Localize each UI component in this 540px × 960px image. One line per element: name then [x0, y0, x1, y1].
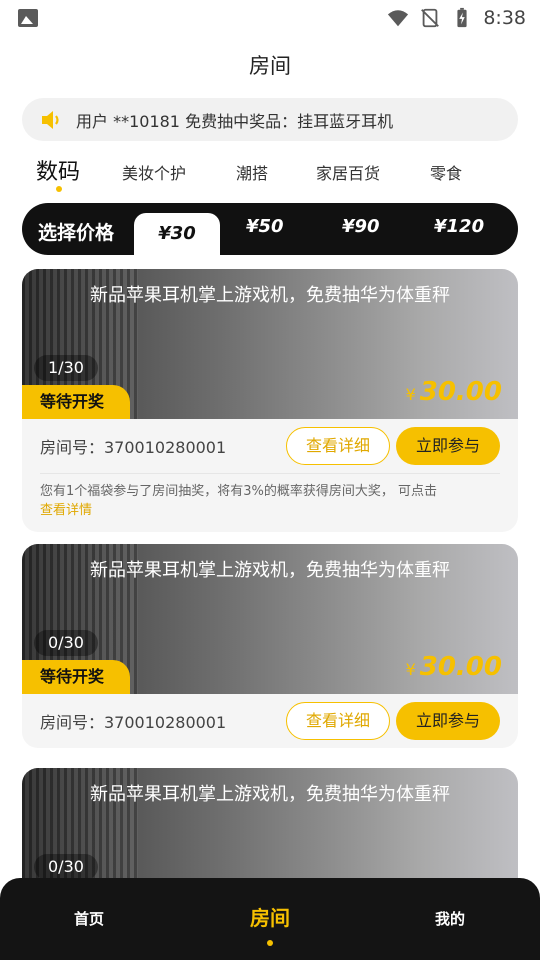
price-filter-label: 选择价格	[38, 222, 115, 244]
room-card[interactable]: 新品苹果耳机掌上游戏机，免费抽华为体重秤 1/30 等待开奖 ¥ 30.00 房…	[22, 269, 518, 532]
view-info-link[interactable]: 查看详情	[40, 503, 92, 518]
clock: 8:38	[483, 7, 526, 29]
room-title: 新品苹果耳机掌上游戏机，免费抽华为体重秤	[90, 285, 450, 306]
participant-count: 0/30	[34, 630, 98, 656]
currency-symbol: ¥	[405, 660, 416, 679]
nav-mine[interactable]: 我的	[435, 908, 465, 929]
room-image: 新品苹果耳机掌上游戏机，免费抽华为体重秤 0/30 等待开奖 ¥ 30.00	[22, 544, 518, 694]
no-signal-icon	[421, 8, 440, 28]
price-filter-bar: 选择价格 ¥30 ¥50 ¥90 ¥120	[22, 203, 518, 255]
note-text: 您有1个福袋参与了房间抽奖，将有3%的概率获得房间大奖， 可点击	[40, 484, 438, 499]
tab-digital[interactable]: 数码	[36, 154, 80, 186]
status-badge: 等待开奖	[22, 660, 130, 694]
active-nav-indicator	[267, 940, 273, 946]
room-price: ¥ 30.00	[406, 377, 502, 407]
price-option-120[interactable]: ¥120	[434, 216, 484, 237]
tab-snacks[interactable]: 零食	[430, 160, 462, 184]
status-badge: 等待开奖	[22, 385, 130, 419]
price-option-50[interactable]: ¥50	[246, 216, 284, 237]
room-actions-row: 房间号：370010280001 查看详细 立即参与	[22, 694, 518, 748]
winner-notice-bar: 用户 **10181 免费抽中奖品：挂耳蓝牙耳机	[22, 98, 518, 141]
tab-beauty[interactable]: 美妆个护	[122, 160, 186, 184]
notice-text: 用户 **10181 免费抽中奖品：挂耳蓝牙耳机	[76, 111, 394, 131]
room-image: 新品苹果耳机掌上游戏机，免费抽华为体重秤 1/30 等待开奖 ¥ 30.00	[22, 269, 518, 419]
category-tabs: 数码 美妆个护 潮搭 家居百货 零食	[36, 152, 506, 196]
participant-count: 0/30	[34, 854, 98, 880]
price-value: 30.00	[419, 652, 502, 682]
room-title: 新品苹果耳机掌上游戏机，免费抽华为体重秤	[90, 784, 450, 805]
join-now-button[interactable]: 立即参与	[396, 702, 500, 740]
view-details-button[interactable]: 查看详细	[286, 702, 390, 740]
tab-fashion[interactable]: 潮搭	[236, 160, 268, 184]
gallery-icon	[18, 9, 38, 27]
page-title: 房间	[249, 54, 291, 78]
nav-rooms[interactable]: 房间	[250, 902, 290, 931]
battery-charging-icon	[457, 7, 467, 28]
nav-home[interactable]: 首页	[74, 908, 104, 929]
room-number: 房间号：370010280001	[40, 438, 227, 457]
price-option-30[interactable]: ¥30	[134, 213, 220, 255]
active-tab-indicator	[56, 186, 62, 192]
status-bar: 8:38	[0, 0, 540, 36]
room-price: ¥ 30.00	[406, 652, 502, 682]
participant-count: 1/30	[34, 355, 98, 381]
view-details-button[interactable]: 查看详细	[286, 427, 390, 465]
join-now-button[interactable]: 立即参与	[396, 427, 500, 465]
speaker-icon	[42, 110, 59, 129]
price-value: 30.00	[419, 377, 502, 407]
tab-home[interactable]: 家居百货	[316, 160, 380, 184]
participation-note: 您有1个福袋参与了房间抽奖，将有3%的概率获得房间大奖， 可点击 查看详情	[40, 473, 500, 532]
bottom-navigation: 首页 房间 我的	[0, 878, 540, 960]
wifi-icon	[388, 10, 409, 27]
currency-symbol: ¥	[405, 385, 416, 404]
room-card[interactable]: 新品苹果耳机掌上游戏机，免费抽华为体重秤 0/30 等待开奖 ¥ 30.00 房…	[22, 544, 518, 748]
room-number: 房间号：370010280001	[40, 713, 227, 732]
status-icons: 8:38	[387, 7, 526, 29]
room-title: 新品苹果耳机掌上游戏机，免费抽华为体重秤	[90, 560, 450, 581]
price-option-90[interactable]: ¥90	[342, 216, 380, 237]
room-actions-row: 房间号：370010280001 查看详细 立即参与	[22, 419, 518, 473]
